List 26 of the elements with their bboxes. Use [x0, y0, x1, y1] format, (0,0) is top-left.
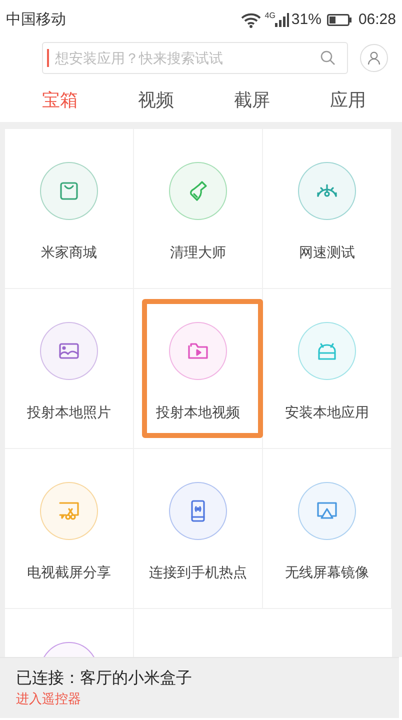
wifi-icon	[240, 12, 261, 28]
network-type: 4G	[264, 10, 276, 22]
tile-label[interactable]: 清理大师	[170, 242, 226, 263]
tile-label[interactable]: 米家商城	[41, 242, 97, 263]
user-icon	[367, 51, 381, 65]
account-button[interactable]	[360, 44, 388, 72]
battery-icon	[327, 14, 352, 26]
connection-status: 已连接：客厅的小米盒子	[16, 668, 193, 689]
tile-label[interactable]: 投射本地照片	[27, 402, 111, 423]
tile-label[interactable]: 网速测试	[299, 242, 355, 263]
tile-label[interactable]: 连接到手机热点	[149, 562, 247, 583]
tile-label[interactable]: 电视截屏分享	[27, 562, 111, 583]
tile-label[interactable]: 投射本地视频	[156, 402, 240, 423]
tab[interactable]: 应用	[330, 86, 366, 114]
search-field[interactable]: 想安装应用？快来搜索试试	[42, 42, 348, 74]
clock: 06:28	[358, 10, 396, 30]
battery-percent: 31%	[291, 10, 322, 30]
tile-label[interactable]: 无线屏幕镜像	[285, 562, 369, 583]
signal-icon	[275, 13, 290, 27]
tab[interactable]: 截屏	[234, 86, 270, 114]
tile-label[interactable]: 安装本地应用	[285, 402, 369, 423]
carrier-name: 中国移动	[6, 10, 66, 30]
tab[interactable]: 视频	[138, 86, 174, 114]
connection-bar[interactable]: 已连接：客厅的小米盒子 进入遥控器	[0, 657, 399, 718]
search-icon[interactable]	[320, 50, 336, 66]
text-cursor-icon	[47, 49, 49, 67]
